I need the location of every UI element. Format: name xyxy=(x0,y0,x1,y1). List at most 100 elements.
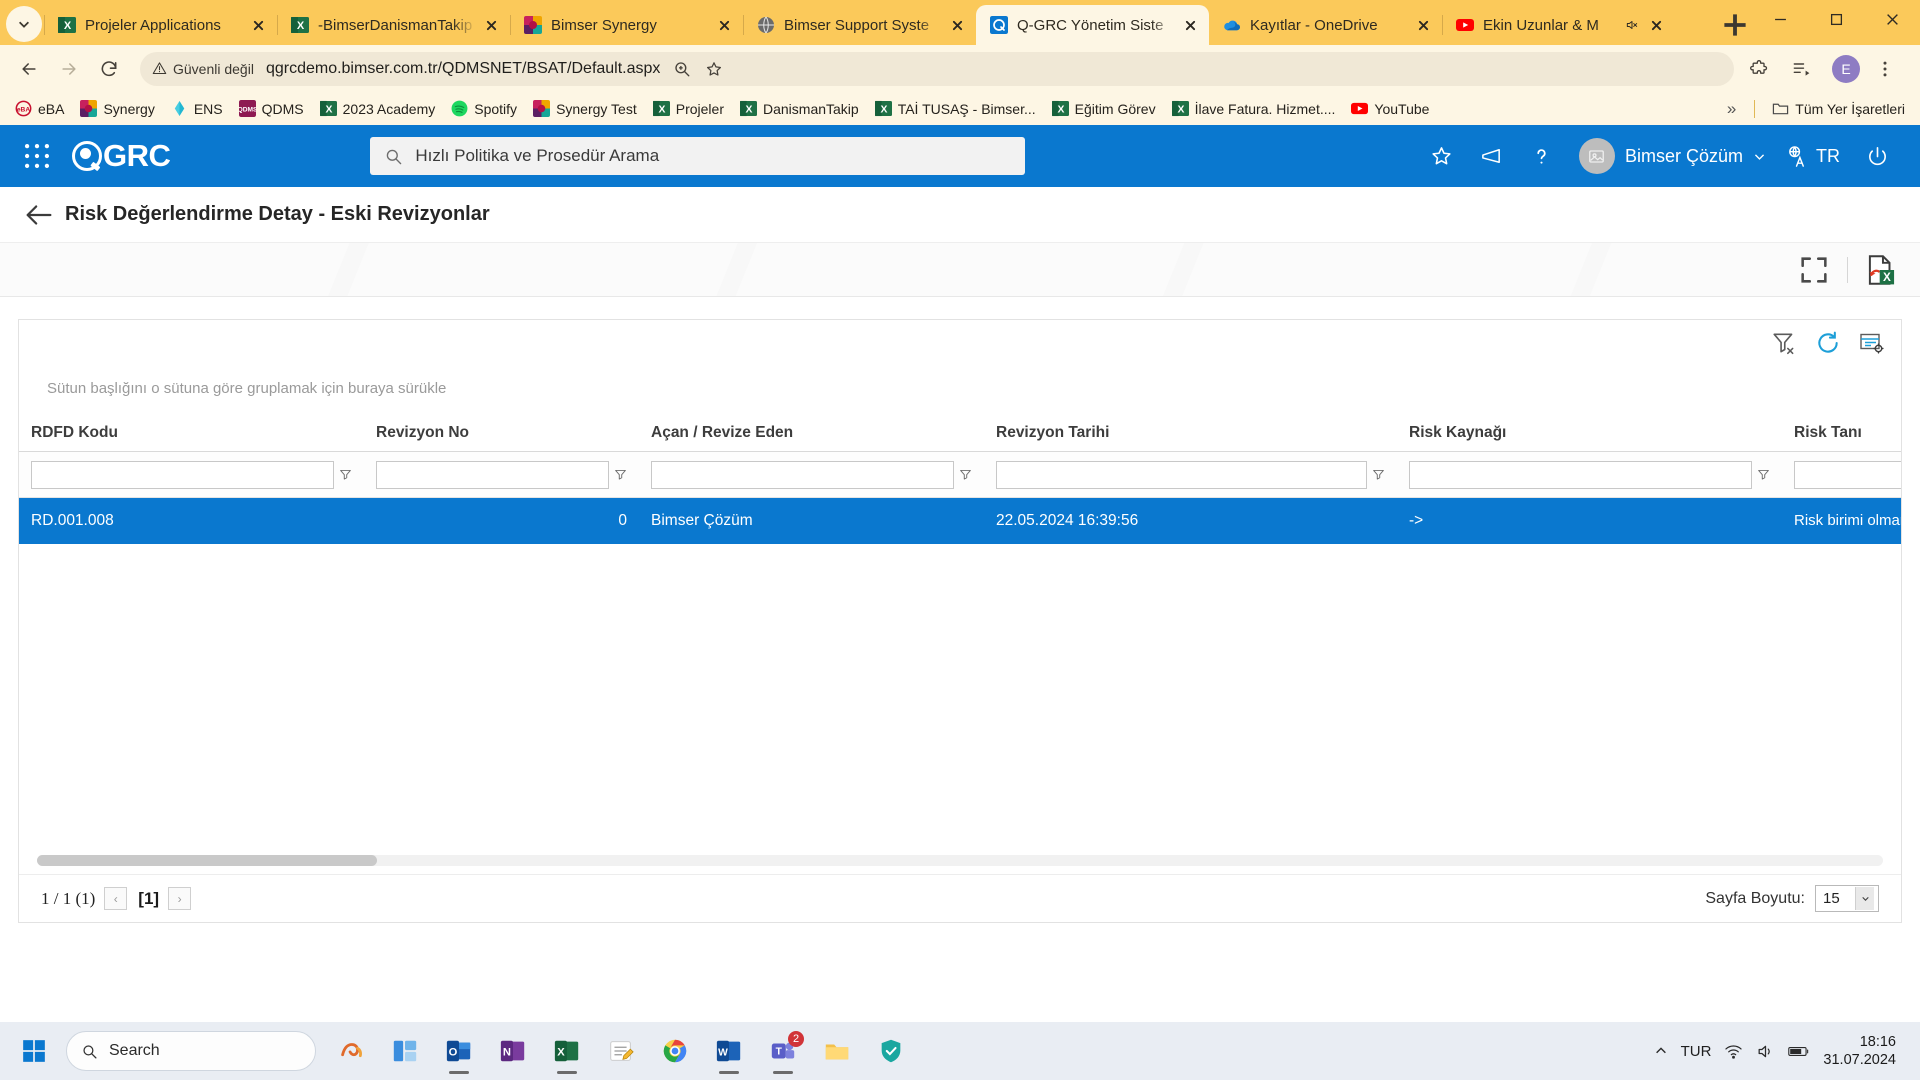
taskbar-app-teams[interactable]: T2 xyxy=(758,1026,808,1076)
reading-list-button[interactable] xyxy=(1784,52,1818,86)
bookmark-item[interactable]: YouTube xyxy=(1344,96,1436,121)
group-panel[interactable]: Sütun başlığını o sütuna göre gruplamak … xyxy=(19,366,1901,410)
taskbar-app-notes[interactable] xyxy=(596,1026,646,1076)
filter-funnel-icon[interactable] xyxy=(1752,468,1774,481)
bookmark-item[interactable]: eBA eBA xyxy=(8,96,71,121)
clear-filter-icon[interactable] xyxy=(1771,330,1797,356)
bookmark-item[interactable]: Spotify xyxy=(444,96,524,121)
chrome-menu-button[interactable] xyxy=(1868,52,1902,86)
taskbar-app-chrome[interactable] xyxy=(650,1026,700,1076)
all-bookmarks-button[interactable]: Tüm Yer İşaretleri xyxy=(1765,96,1912,121)
user-menu[interactable]: Bimser Çözüm xyxy=(1575,138,1772,174)
back-button[interactable] xyxy=(12,52,46,86)
input-language[interactable]: TUR xyxy=(1681,1043,1712,1060)
horizontal-scrollbar[interactable] xyxy=(37,855,1883,866)
language-selector[interactable]: TR xyxy=(1776,145,1850,168)
bookmark-item[interactable]: X Projeler xyxy=(646,96,731,121)
favorites-star-icon[interactable] xyxy=(1419,133,1465,179)
close-tab-button[interactable] xyxy=(1412,14,1434,36)
grid-settings-icon[interactable] xyxy=(1859,330,1885,356)
column-header[interactable]: Risk Tanı xyxy=(1782,424,1901,451)
start-button[interactable] xyxy=(10,1027,58,1075)
close-tab-button[interactable] xyxy=(946,14,968,36)
help-icon[interactable] xyxy=(1519,133,1565,179)
taskbar-app-onenote[interactable]: N xyxy=(488,1026,538,1076)
column-filter-input[interactable] xyxy=(1794,460,1901,489)
show-hidden-icons[interactable] xyxy=(1654,1044,1668,1058)
filter-funnel-icon[interactable] xyxy=(609,468,631,481)
close-tab-button[interactable] xyxy=(713,14,735,36)
taskbar-app-widgets[interactable] xyxy=(380,1026,430,1076)
prev-page-button[interactable]: ‹ xyxy=(104,887,128,910)
browser-tab[interactable]: Kayıtlar - OneDrive xyxy=(1209,5,1442,45)
scrollbar-thumb[interactable] xyxy=(37,855,377,866)
taskbar-app-word[interactable]: W xyxy=(704,1026,754,1076)
column-header[interactable]: Açan / Revize Eden xyxy=(639,424,984,451)
browser-tab[interactable]: X -BimserDanismanTakip xyxy=(277,5,510,45)
close-tab-button[interactable] xyxy=(480,14,502,36)
column-filter-input[interactable] xyxy=(1409,460,1752,489)
taskbar-clock[interactable]: 18:16 31.07.2024 xyxy=(1823,1033,1896,1069)
next-page-button[interactable]: › xyxy=(168,887,192,910)
wifi-icon[interactable] xyxy=(1724,1042,1743,1061)
address-bar[interactable]: Güvenli değil qgrcdemo.bimser.com.tr/QDM… xyxy=(140,51,1734,86)
browser-tab[interactable]: Q-GRC Yönetim Siste xyxy=(976,5,1209,45)
app-launcher-icon[interactable] xyxy=(20,139,54,173)
bookmarks-overflow-button[interactable]: » xyxy=(1719,99,1744,119)
taskbar-app-explorer[interactable] xyxy=(812,1026,862,1076)
bookmark-item[interactable]: X İlave Fatura. Hizmet.... xyxy=(1165,96,1343,121)
refresh-icon[interactable] xyxy=(1815,330,1841,356)
new-tab-button[interactable] xyxy=(1718,8,1752,42)
bookmark-item[interactable]: X DanismanTakip xyxy=(733,96,866,121)
taskbar-app-outlook[interactable]: O xyxy=(434,1026,484,1076)
profile-avatar[interactable]: E xyxy=(1832,54,1860,83)
fullscreen-icon[interactable] xyxy=(1797,253,1831,287)
close-tab-button[interactable] xyxy=(1645,14,1667,36)
logout-power-icon[interactable] xyxy=(1854,133,1900,179)
column-filter-input[interactable] xyxy=(31,460,334,489)
bookmark-item[interactable]: QDMS QDMS xyxy=(232,96,311,121)
browser-tab[interactable]: Bimser Synergy xyxy=(510,5,743,45)
bookmark-item[interactable]: X 2023 Academy xyxy=(313,96,443,121)
forward-button[interactable] xyxy=(52,52,86,86)
quick-search-input[interactable]: Hızlı Politika ve Prosedür Arama xyxy=(370,137,1026,175)
bookmark-item[interactable]: Synergy xyxy=(73,96,161,121)
qgrc-logo[interactable]: GRC xyxy=(72,138,171,174)
filter-funnel-icon[interactable] xyxy=(334,468,356,481)
extensions-button[interactable] xyxy=(1742,52,1776,86)
zoom-icon[interactable] xyxy=(668,55,696,83)
bookmark-item[interactable]: Synergy Test xyxy=(526,96,644,121)
taskbar-app-excel[interactable]: X xyxy=(542,1026,592,1076)
browser-tab[interactable]: Bimser Support Syste xyxy=(743,5,976,45)
taskbar-app-copilot[interactable] xyxy=(326,1026,376,1076)
filter-funnel-icon[interactable] xyxy=(954,468,976,481)
close-window-button[interactable] xyxy=(1864,0,1920,38)
tab-mute-icon[interactable] xyxy=(1623,18,1641,32)
column-filter-input[interactable] xyxy=(376,460,609,489)
not-secure-indicator[interactable]: Güvenli değil xyxy=(152,61,254,77)
column-filter-input[interactable] xyxy=(996,460,1367,489)
announcements-megaphone-icon[interactable] xyxy=(1469,133,1515,179)
volume-icon[interactable] xyxy=(1756,1042,1775,1061)
bookmark-item[interactable]: ENS xyxy=(164,96,230,121)
back-arrow-icon[interactable] xyxy=(22,198,56,232)
reload-button[interactable] xyxy=(92,52,126,86)
maximize-button[interactable] xyxy=(1808,0,1864,38)
filter-funnel-icon[interactable] xyxy=(1367,468,1389,481)
close-tab-button[interactable] xyxy=(247,14,269,36)
battery-icon[interactable] xyxy=(1788,1044,1810,1059)
taskbar-search[interactable]: Search xyxy=(66,1031,316,1071)
column-header[interactable]: Risk Kaynağı xyxy=(1397,424,1782,451)
bookmark-star-icon[interactable] xyxy=(700,55,728,83)
export-excel-icon[interactable]: X xyxy=(1864,253,1898,287)
browser-tab[interactable]: Ekin Uzunlar & M xyxy=(1442,5,1675,45)
close-tab-button[interactable] xyxy=(1179,14,1201,36)
browser-tab[interactable]: X Projeler Applications xyxy=(44,5,277,45)
column-header[interactable]: Revizyon No xyxy=(364,424,639,451)
minimize-button[interactable] xyxy=(1752,0,1808,38)
column-header[interactable]: Revizyon Tarihi xyxy=(984,424,1397,451)
taskbar-app-shield[interactable] xyxy=(866,1026,916,1076)
column-filter-input[interactable] xyxy=(651,460,954,489)
table-row[interactable]: RD.001.008 0 Bimser Çözüm 22.05.2024 16:39:… xyxy=(19,498,1901,544)
bookmark-item[interactable]: X TAİ TUSAŞ - Bimser... xyxy=(868,96,1043,121)
